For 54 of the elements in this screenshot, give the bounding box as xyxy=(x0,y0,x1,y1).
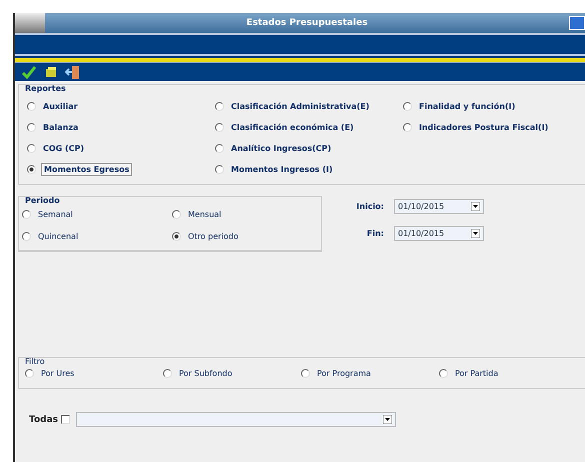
date-label: Inicio: xyxy=(355,202,385,211)
radio-button[interactable] xyxy=(172,210,181,218)
radio-label[interactable]: Clasificación económica (E) xyxy=(229,122,356,132)
date-label: Fin: xyxy=(366,229,385,238)
group-title: Filtro xyxy=(24,357,46,366)
door-icon[interactable] xyxy=(65,64,81,80)
radio-label[interactable]: Otro periodo xyxy=(186,230,240,242)
radio-button[interactable] xyxy=(215,102,224,110)
group-title: Periodo xyxy=(24,196,61,205)
radio-button[interactable] xyxy=(403,122,412,132)
radio-button[interactable] xyxy=(172,232,181,240)
radio-button[interactable] xyxy=(22,232,31,240)
dropdown-arrow-icon[interactable] xyxy=(383,415,392,424)
radio-button[interactable] xyxy=(22,210,31,218)
radio-button[interactable] xyxy=(27,102,36,110)
checkbox[interactable] xyxy=(61,415,70,424)
radio-label[interactable]: Momentos Egresos xyxy=(41,162,132,176)
radio-label[interactable]: Momentos Ingresos (I) xyxy=(229,164,335,174)
window-title: Estados Presupuestales xyxy=(245,18,369,28)
radio-label[interactable]: Por Programa xyxy=(315,368,373,378)
radio-button[interactable] xyxy=(27,144,36,152)
dropdown-arrow-icon[interactable] xyxy=(471,202,480,211)
radio-label[interactable]: Por Ures xyxy=(39,368,76,378)
radio-label[interactable]: Mensual xyxy=(186,208,224,220)
group-title: Reportes xyxy=(24,84,67,93)
radio-label[interactable]: Quincenal xyxy=(36,230,80,242)
radio-label[interactable]: Indicadores Postura Fiscal(I) xyxy=(417,122,550,132)
radio-button[interactable] xyxy=(27,164,36,174)
radio-button[interactable] xyxy=(403,102,412,110)
date-field[interactable]: 01/10/2015 xyxy=(394,199,484,214)
radio-button[interactable] xyxy=(301,368,310,378)
radio-button[interactable] xyxy=(25,368,34,378)
radio-label[interactable]: Balanza xyxy=(41,122,80,132)
radio-label[interactable]: Finalidad y función(I) xyxy=(417,100,518,112)
radio-label[interactable]: Por Partida xyxy=(453,368,500,378)
window-button[interactable] xyxy=(569,16,585,30)
radio-label[interactable]: Semanal xyxy=(36,208,75,220)
todas-label: Todas xyxy=(29,414,58,424)
radio-label[interactable]: Auxiliar xyxy=(41,100,80,112)
radio-label[interactable]: COG (CP) xyxy=(41,142,86,154)
radio-button[interactable] xyxy=(215,164,224,174)
date-field[interactable]: 01/10/2015 xyxy=(394,226,484,241)
radio-button[interactable] xyxy=(27,122,36,132)
dropdown-field[interactable] xyxy=(76,412,396,427)
radio-button[interactable] xyxy=(215,122,224,132)
radio-label[interactable]: Analítico Ingresos(CP) xyxy=(229,142,334,154)
folder-icon[interactable] xyxy=(43,64,59,80)
radio-button[interactable] xyxy=(215,144,224,152)
radio-label[interactable]: Clasificación Administrativa(E) xyxy=(229,100,372,112)
check-icon[interactable] xyxy=(21,64,37,80)
radio-button[interactable] xyxy=(163,368,172,378)
dropdown-arrow-icon[interactable] xyxy=(471,229,480,238)
radio-button[interactable] xyxy=(439,368,448,378)
radio-label[interactable]: Por Subfondo xyxy=(177,368,234,378)
